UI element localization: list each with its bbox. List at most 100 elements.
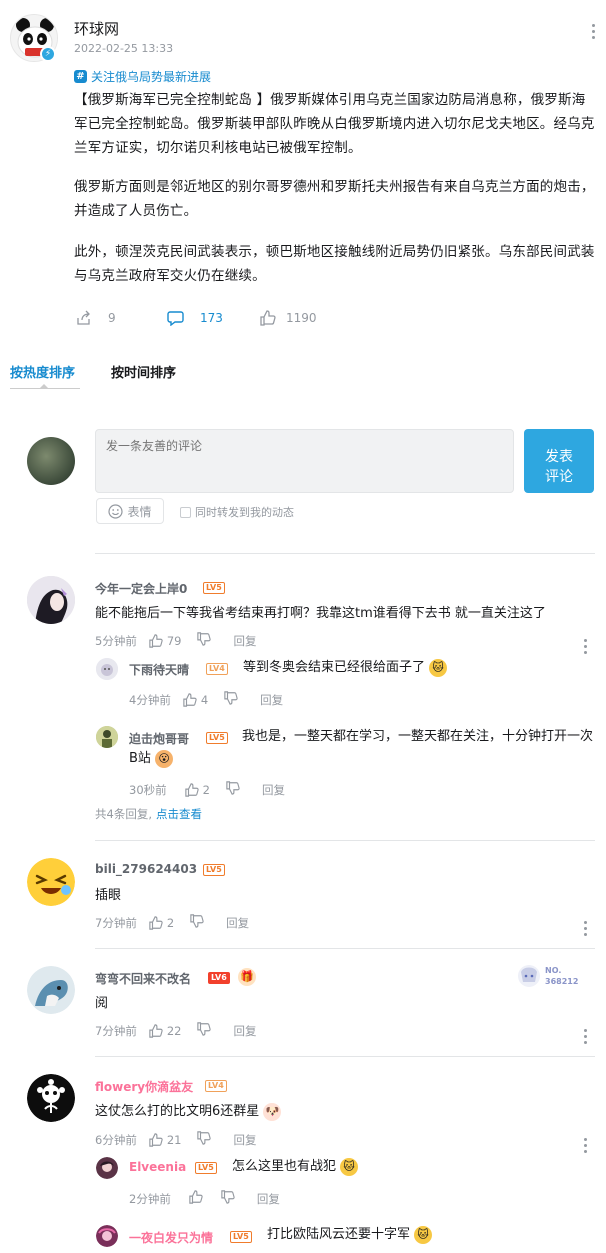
comment-time: 6分钟前 [95, 1132, 137, 1147]
comment-button[interactable]: 173 [167, 310, 223, 326]
fan-number: NO. 368212 [545, 965, 578, 987]
gift-badge-icon: 🎁 [238, 968, 256, 986]
comment-avatar[interactable] [27, 576, 75, 624]
comment-meta: 7分钟前 22 回复 [95, 1022, 256, 1039]
like-count: 79 [166, 633, 182, 648]
comment-username[interactable]: bili_279624403 [95, 862, 197, 876]
reply-text-content: 我也是，一整天都在学习，一整天都在关注，十分钟打开一次B站 [129, 729, 594, 766]
reply-button[interactable]: 回复 [233, 1023, 256, 1039]
forward-checkbox[interactable] [180, 506, 191, 518]
level-badge: LV5 [203, 582, 225, 594]
tab-underline [10, 388, 80, 389]
thumb-down-icon [197, 632, 212, 646]
reply-button[interactable]: 回复 [233, 1132, 256, 1148]
thumb-up-icon [184, 782, 199, 797]
tab-sort-hot[interactable]: 按热度排序 [10, 362, 75, 381]
thumb-down-icon [226, 781, 240, 795]
dislike-button[interactable] [190, 914, 204, 931]
comment-more-icon[interactable] [582, 639, 588, 654]
comment-input[interactable] [95, 429, 514, 493]
fan-number-prefix: NO. [545, 966, 562, 975]
reply-username[interactable]: 一夜白发只为情 [129, 1229, 213, 1246]
comment-username[interactable]: 今年一定会上岸0 [95, 580, 187, 597]
comment-avatar[interactable] [27, 966, 75, 1014]
reply-text-content: 怎么这里也有战犯 [232, 1159, 337, 1174]
dislike-button[interactable] [221, 1190, 235, 1207]
fan-badge-icon [516, 962, 542, 990]
comment-time: 5分钟前 [95, 633, 137, 648]
reply-meta: 4分钟前 4 回复 [129, 691, 283, 708]
level-badge: LV5 [195, 1162, 217, 1174]
view-more-link[interactable]: 点击查看 [156, 806, 202, 822]
comment-username[interactable]: flowery你滴盆友 [95, 1078, 193, 1095]
comment-username[interactable]: 弯弯不回来不改名 [95, 970, 191, 987]
reply-button[interactable]: 回复 [257, 1191, 280, 1207]
reply-time: 30秒前 [129, 782, 167, 797]
like-count: 22 [166, 1023, 182, 1038]
reply-avatar[interactable] [96, 1157, 118, 1179]
reply-avatar[interactable] [96, 726, 118, 748]
thumb-up-icon [183, 692, 197, 707]
reply-avatar[interactable] [96, 1225, 118, 1247]
view-more-replies: 共4条回复, 点击查看 [95, 806, 202, 822]
reply-button[interactable]: 回复 [226, 915, 249, 931]
comment-meta: 6分钟前 21 回复 [95, 1131, 256, 1148]
dislike-button[interactable] [197, 632, 212, 649]
share-icon [77, 310, 90, 325]
like-button[interactable]: 2 [149, 916, 174, 930]
dislike-button[interactable] [224, 691, 238, 708]
like-button[interactable]: 21 [149, 1132, 182, 1147]
like-count: 2 [166, 915, 175, 930]
like-button[interactable]: 4 [183, 693, 208, 707]
forward-option[interactable]: 同时转发到我的动态 [180, 504, 294, 520]
comment-avatar[interactable] [27, 858, 75, 906]
reply-button[interactable]: 回复 [260, 692, 283, 708]
share-button[interactable]: 9 [76, 310, 116, 326]
emoji-button[interactable]: 表情 [96, 498, 164, 524]
level-badge: LV4 [205, 1080, 227, 1092]
dislike-button[interactable] [197, 1022, 212, 1039]
sticker-icon: 😮 [155, 749, 174, 768]
tab-caret-icon [40, 384, 48, 388]
reply-username[interactable]: 下雨待天晴 [129, 661, 189, 678]
send-comment-button[interactable]: 发表 评论 [524, 429, 594, 493]
thumb-up-icon [149, 1023, 163, 1038]
reply-meta: 2分钟前 回复 [129, 1190, 280, 1207]
post-more-icon[interactable] [590, 24, 596, 39]
like-button[interactable]: 2 [184, 782, 210, 797]
comment-text: 这仗怎么打的比文明6还群星 🐶 [95, 1101, 282, 1123]
reply-text: 打比欧陆风云还要十字军 🐱 [267, 1224, 433, 1246]
like-button[interactable]: 1190 [260, 310, 317, 326]
comment-count: 173 [200, 311, 223, 325]
dislike-button[interactable] [226, 781, 240, 798]
reply-avatar[interactable] [96, 658, 118, 680]
like-count: 21 [166, 1132, 182, 1147]
divider [95, 1056, 595, 1057]
reply-text-content: 等到冬奥会结束已经很给面子了 [243, 660, 426, 675]
reply-button[interactable]: 回复 [233, 633, 256, 649]
reply-text: 等到冬奥会结束已经很给面子了 🐱 [243, 657, 448, 679]
topic-hash-icon: # [74, 70, 87, 83]
reply-count-text: 共4条回复, [95, 807, 152, 821]
comment-more-icon[interactable] [582, 1138, 588, 1153]
tab-sort-time[interactable]: 按时间排序 [111, 362, 176, 381]
level-badge: LV6 [208, 972, 230, 984]
comment-avatar[interactable] [27, 1074, 75, 1122]
comment-more-icon[interactable] [582, 921, 588, 936]
thumb-up-icon [149, 633, 163, 648]
like-button[interactable] [189, 1190, 203, 1207]
thumb-up-icon [149, 915, 163, 930]
reply-button[interactable]: 回复 [262, 782, 285, 798]
comment-meta: 7分钟前 2 回复 [95, 914, 249, 931]
emoji-label: 表情 [127, 504, 152, 519]
cat-sticker-icon: 🐱 [414, 1225, 433, 1244]
reply-username[interactable]: Elveenia [129, 1160, 186, 1174]
post-author-name[interactable]: 环球网 [74, 18, 119, 39]
topic-link[interactable]: # 关注俄乌局势最新进展 [74, 68, 211, 85]
dislike-button[interactable] [197, 1131, 212, 1148]
comment-more-icon[interactable] [582, 1029, 588, 1044]
reply-text: 我也是，一整天都在学习，一整天都在关注，十分钟打开一次B站 😮 [129, 726, 595, 770]
like-button[interactable]: 22 [149, 1023, 182, 1038]
like-button[interactable]: 79 [149, 633, 182, 648]
divider [95, 553, 595, 554]
